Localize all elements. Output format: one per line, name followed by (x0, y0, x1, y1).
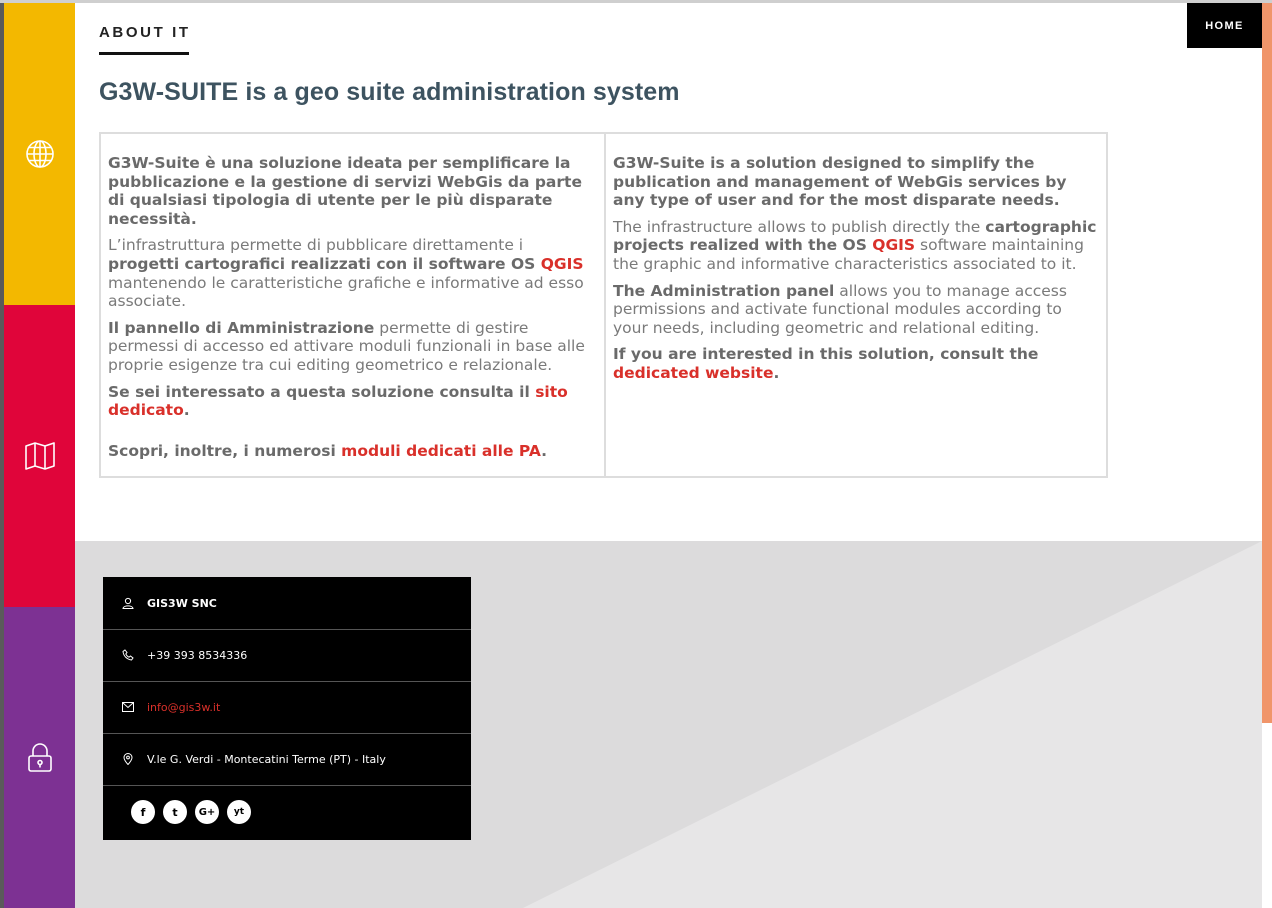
section-title-underline (99, 52, 189, 55)
english-column: G3W-Suite is a solution designed to simp… (606, 134, 1106, 476)
location-pin-icon (122, 753, 134, 765)
social-links: f t G+ yt (131, 800, 251, 824)
home-button[interactable]: HOME (1187, 3, 1262, 48)
sidebar-item-lock[interactable] (4, 607, 75, 908)
contact-company-row: GIS3W SNC (103, 577, 471, 630)
facebook-icon[interactable]: f (131, 800, 155, 824)
page-headline: G3W-SUITE is a geo suite administration … (99, 78, 680, 106)
top-border (0, 0, 1272, 3)
sidebar-item-globe[interactable] (4, 3, 75, 305)
company-name: GIS3W SNC (147, 596, 217, 610)
en-paragraph-2: The infrastructure allows to publish dir… (613, 217, 1097, 273)
en-paragraph-1: G3W-Suite is a solution designed to simp… (613, 154, 1067, 210)
email-link[interactable]: info@gis3w.it (147, 701, 220, 714)
twitter-icon[interactable]: t (163, 800, 187, 824)
it-paragraph-2: L’infrastruttura permette di pubblicare … (108, 236, 584, 311)
italian-column: G3W-Suite è una soluzione ideata per sem… (101, 134, 606, 476)
dedicated-website-link[interactable]: dedicated website (613, 364, 773, 382)
sidebar-item-map[interactable] (4, 305, 75, 607)
mail-icon (122, 701, 134, 713)
user-icon (122, 597, 134, 609)
en-paragraph-3: The Administration panel allows you to m… (613, 281, 1067, 337)
en-paragraph-4: If you are interested in this solution, … (613, 345, 1039, 382)
contact-phone-row: +39 393 8534336 (103, 629, 471, 682)
address-text: V.le G. Verdi - Montecatini Terme (PT) -… (147, 752, 386, 766)
qgis-link[interactable]: QGIS (541, 255, 584, 273)
it-paragraph-3: Il pannello di Amministrazione permette … (108, 318, 585, 374)
map-icon (24, 441, 56, 471)
qgis-link-en[interactable]: QGIS (872, 236, 915, 254)
right-accent-bar (1262, 3, 1272, 723)
contact-email-row: info@gis3w.it (103, 681, 471, 734)
phone-icon (122, 649, 134, 661)
google-plus-icon[interactable]: G+ (195, 800, 219, 824)
moduli-pa-link[interactable]: moduli dedicati alle PA (341, 442, 541, 460)
contact-address-row: V.le G. Verdi - Montecatini Terme (PT) -… (103, 733, 471, 786)
it-paragraph-1: G3W-Suite è una soluzione ideata per sem… (108, 154, 582, 228)
sidebar (4, 3, 75, 908)
globe-icon (25, 139, 55, 169)
lock-icon (27, 742, 53, 773)
it-paragraph-5: Scopri, inoltre, i numerosi moduli dedic… (108, 441, 548, 460)
content-table: G3W-Suite è una soluzione ideata per sem… (99, 132, 1108, 478)
section-title: ABOUT IT (99, 24, 191, 41)
it-paragraph-4: Se sei interessato a questa soluzione co… (108, 382, 568, 420)
youtube-icon[interactable]: yt (227, 800, 251, 824)
phone-number[interactable]: +39 393 8534336 (147, 649, 247, 662)
contact-box: GIS3W SNC +39 393 8534336 info@gis3w.it … (103, 577, 471, 840)
